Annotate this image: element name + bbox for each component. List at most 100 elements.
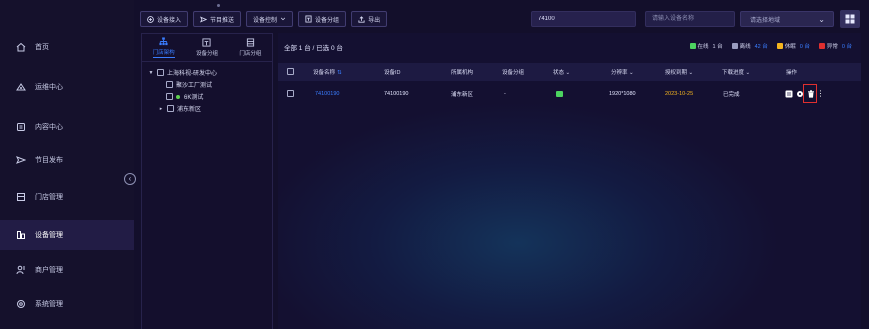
- device-id-search-input[interactable]: [531, 11, 636, 27]
- offline-swatch: [731, 43, 738, 49]
- col-status[interactable]: 状态 ⌄: [553, 68, 570, 76]
- caret-right-icon[interactable]: ▸: [158, 106, 164, 112]
- chevron-left-icon: ‹: [128, 174, 132, 183]
- tree-node-label: 聚沙工厂测试: [176, 83, 213, 89]
- sleep-swatch: [776, 43, 783, 49]
- store-group-icon: [246, 38, 254, 47]
- org-tree-icon: [159, 37, 168, 46]
- legend-label: 离线: [739, 44, 751, 50]
- sidebar-item-device[interactable]: 设备管理: [0, 220, 134, 250]
- device-control-label: 设备控制: [253, 17, 278, 24]
- resolution-cell: 1920*1080: [609, 91, 636, 97]
- region-select[interactable]: 请选择地域 ⌄: [740, 11, 834, 27]
- selection-summary: 全部 1 台 / 已选 0 台: [284, 45, 343, 52]
- tab-store-structure[interactable]: 门店架构: [142, 34, 185, 61]
- legend-label: 在线: [697, 44, 709, 50]
- legend-label: 异常: [826, 44, 838, 50]
- expiry-cell: 2023-10-25: [665, 91, 694, 97]
- tab-label: 门店分组: [239, 51, 262, 57]
- col-label: 下载进度: [722, 70, 745, 76]
- export-button[interactable]: 导出: [351, 11, 388, 27]
- tree-node-pudong[interactable]: ▸ 浦东新区: [158, 104, 201, 113]
- sidebar-item-home[interactable]: 首页: [0, 32, 134, 62]
- sidebar-item-label: 内容中心: [35, 124, 63, 131]
- sidebar-item-label: 系统管理: [35, 301, 63, 308]
- tree-node-label: 上海科视-研发中心: [167, 71, 217, 77]
- tab-device-group[interactable]: 设备分组: [185, 34, 228, 61]
- device-access-button[interactable]: 设备接入: [140, 11, 189, 27]
- legend-count: 42 台: [754, 44, 768, 50]
- sidebar-collapse-button[interactable]: ‹: [124, 173, 136, 185]
- table-row[interactable]: 74100190 74100190 浦东新区 - 1920*1080 2023-…: [278, 84, 861, 103]
- legend-sleep: 休眠 0 台: [776, 42, 810, 50]
- col-expiry[interactable]: 授权到期 ⌄: [665, 68, 693, 76]
- sidebar-item-ops[interactable]: 运维中心: [0, 72, 134, 102]
- status-online-badge: [556, 91, 563, 99]
- caret-down-icon[interactable]: ▼: [148, 70, 154, 76]
- tree-node-factory-test[interactable]: 聚沙工厂测试: [166, 80, 212, 89]
- sidebar-item-store[interactable]: 门店管理: [0, 182, 134, 212]
- device-group-label: 设备分组: [315, 17, 340, 24]
- sidebar-item-content[interactable]: 内容中心: [0, 112, 134, 142]
- tab-store-group[interactable]: 门店分组: [229, 34, 272, 61]
- tab-label: 门店架构: [152, 50, 175, 58]
- export-label: 导出: [368, 17, 381, 24]
- legend-count: 0 台: [841, 44, 852, 50]
- select-all-checkbox[interactable]: [287, 68, 294, 75]
- sidebar-item-label: 商户管理: [35, 267, 63, 274]
- col-label: 状态: [553, 70, 565, 76]
- chevron-down-icon: ⌄: [818, 14, 825, 24]
- device-name-link[interactable]: 74100190: [315, 91, 339, 97]
- sidebar-item-publish[interactable]: 节目发布: [0, 145, 134, 175]
- preview-icon[interactable]: [784, 89, 793, 98]
- status-legend: 在线 1 台 离线 42 台 休眠 0 台 异常 0 台: [689, 42, 852, 50]
- more-icon[interactable]: ⋮: [816, 89, 825, 98]
- grid-view-button[interactable]: [840, 10, 860, 28]
- delete-highlight-frame: [803, 84, 817, 103]
- tab-label: 设备分组: [195, 51, 218, 57]
- merchant-icon: [15, 264, 27, 276]
- chevron-down-icon: ⌄: [688, 70, 694, 76]
- col-device-name[interactable]: 设备名称 ⇅: [313, 68, 342, 76]
- col-label: 设备名称: [313, 70, 336, 76]
- tree-node-checkbox[interactable]: [157, 69, 164, 76]
- progress-cell: 已完成: [723, 92, 740, 98]
- col-progress[interactable]: 下载进度 ⌄: [722, 68, 750, 76]
- sidebar-item-label: 节目发布: [35, 157, 63, 164]
- tree-node-checkbox[interactable]: [166, 81, 173, 88]
- sidebar-item-system[interactable]: 系统管理: [0, 289, 134, 319]
- col-group: 设备分组: [502, 70, 525, 76]
- sidebar-item-label: 门店管理: [35, 194, 63, 201]
- tree-node-root[interactable]: ▼ 上海科视-研发中心: [148, 68, 217, 77]
- tree-node-checkbox[interactable]: [166, 93, 173, 100]
- col-device-id: 设备ID: [384, 70, 401, 76]
- sidebar-item-merchant[interactable]: 商户管理: [0, 255, 134, 285]
- online-swatch: [689, 43, 696, 49]
- chevron-down-icon: [280, 17, 286, 21]
- program-push-button[interactable]: 节目推送: [193, 11, 242, 27]
- legend-error: 异常 0 台: [818, 42, 852, 50]
- tree-node-6k-test[interactable]: 6K测试: [166, 92, 203, 101]
- device-icon: [15, 229, 27, 241]
- table-header: 设备名称 ⇅ 设备ID 所属机构 设备分组 状态 ⌄ 分辨率 ⌄ 授权到期 ⌄ 下…: [278, 63, 861, 81]
- content-icon: [15, 121, 27, 133]
- program-push-label: 节目推送: [210, 17, 235, 24]
- device-name-input[interactable]: [645, 11, 735, 27]
- device-group-button[interactable]: 设备分组: [298, 11, 347, 27]
- store-icon: [15, 191, 27, 203]
- device-list-panel: 全部 1 台 / 已选 0 台 在线 1 台 离线 42 台 休眠 0 台 异常…: [278, 33, 861, 329]
- col-actions: 操作: [786, 70, 798, 76]
- device-control-dropdown[interactable]: 设备控制: [246, 11, 294, 27]
- row-checkbox[interactable]: [287, 90, 294, 97]
- col-org: 所属机构: [451, 70, 474, 76]
- send-icon: [15, 154, 27, 166]
- col-resolution[interactable]: 分辨率 ⌄: [611, 68, 634, 76]
- drag-handle-dot: [217, 4, 220, 7]
- toolbar: 设备接入 节目推送 设备控制 设备分组 导出: [140, 10, 392, 28]
- device-group-icon: [202, 38, 212, 47]
- chevron-down-icon: ⌄: [745, 70, 751, 76]
- tree-node-checkbox[interactable]: [167, 105, 174, 112]
- legend-count: 1 台: [712, 44, 723, 50]
- sidebar-item-label: 运维中心: [35, 84, 63, 91]
- plus-circle-icon: [147, 15, 154, 23]
